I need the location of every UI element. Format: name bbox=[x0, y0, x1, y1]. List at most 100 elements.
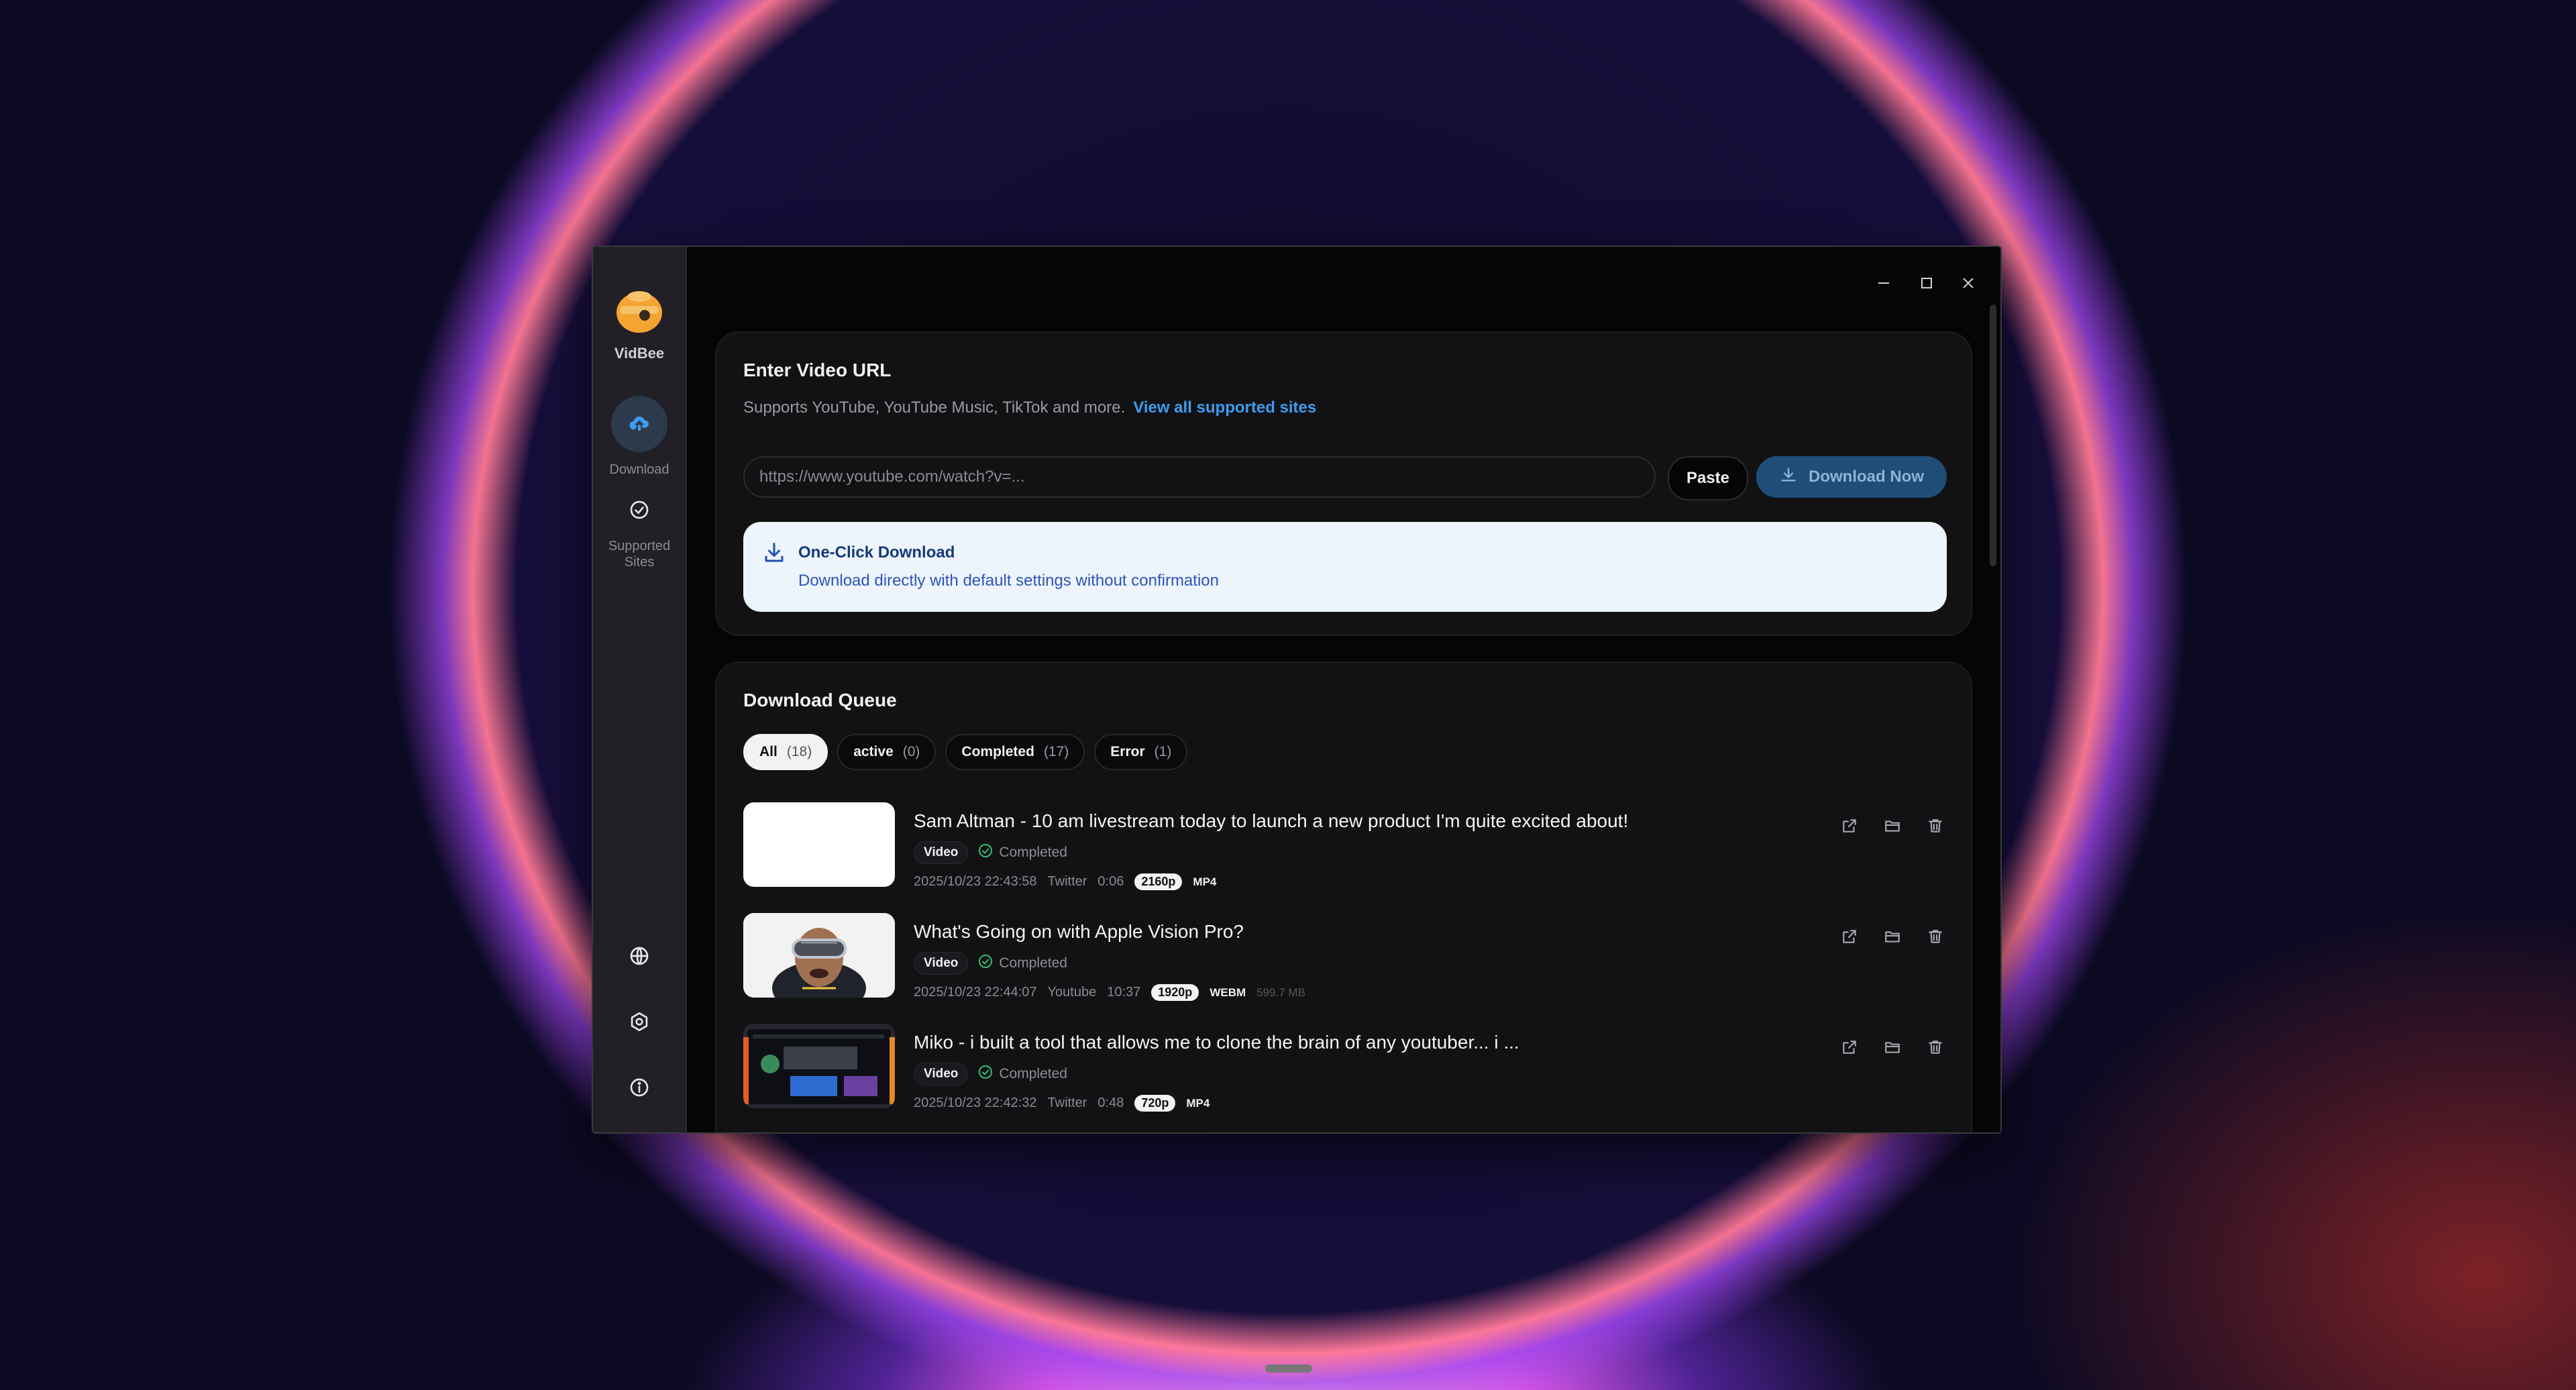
queue-item[interactable]: Miko - i built a tool that allows me to … bbox=[743, 1024, 1951, 1118]
status-badge: Completed bbox=[977, 953, 1067, 973]
open-external-icon[interactable] bbox=[1838, 814, 1861, 837]
item-datetime: 2025/10/23 22:42:32 bbox=[914, 1095, 1037, 1110]
filter-count: (17) bbox=[1043, 744, 1069, 759]
queue-title: Download Queue bbox=[743, 690, 897, 710]
dock-handle[interactable] bbox=[1265, 1365, 1312, 1373]
item-duration: 0:48 bbox=[1097, 1095, 1124, 1110]
item-duration: 0:06 bbox=[1097, 874, 1124, 889]
type-badge: Video bbox=[914, 952, 969, 975]
app-window: VidBee Download Supported Sites Enter Vi… bbox=[592, 246, 2002, 1134]
item-actions bbox=[1838, 1036, 1947, 1059]
format-badge: WEBM bbox=[1210, 985, 1246, 999]
filter-all[interactable]: All (18) bbox=[743, 734, 828, 770]
status-text: Completed bbox=[999, 845, 1067, 860]
minimize-icon[interactable] bbox=[1872, 271, 1896, 295]
item-source: Twitter bbox=[1047, 1095, 1087, 1110]
video-thumbnail[interactable] bbox=[743, 913, 895, 998]
globe-icon[interactable] bbox=[620, 937, 659, 975]
item-actions bbox=[1838, 925, 1947, 948]
trash-icon[interactable] bbox=[1924, 925, 1947, 948]
maximize-icon[interactable] bbox=[1915, 271, 1939, 295]
main-content: Enter Video URL Supports YouTube, YouTub… bbox=[687, 247, 2000, 1132]
view-supported-sites-link[interactable]: View all supported sites bbox=[1133, 398, 1316, 417]
filter-label: Completed bbox=[961, 744, 1034, 759]
item-actions bbox=[1838, 814, 1947, 837]
queue-filters: All (18) active (0) Completed (17) Error… bbox=[743, 734, 1188, 770]
video-title: Miko - i built a tool that allows me to … bbox=[914, 1032, 1519, 1053]
close-icon[interactable] bbox=[1956, 271, 1980, 295]
filter-count: (1) bbox=[1154, 744, 1172, 759]
status-badge: Completed bbox=[977, 843, 1067, 863]
open-external-icon[interactable] bbox=[1838, 1036, 1861, 1059]
status-text: Completed bbox=[999, 1066, 1067, 1081]
folder-icon[interactable] bbox=[1881, 1036, 1904, 1059]
status-badge: Completed bbox=[977, 1064, 1067, 1084]
sidebar: VidBee Download Supported Sites bbox=[593, 247, 687, 1132]
item-meta: 2025/10/23 22:43:58 Twitter 0:06 2160p M… bbox=[914, 873, 1216, 890]
file-size: 599.7 MB bbox=[1256, 985, 1305, 999]
item-badges: Video Completed bbox=[914, 952, 1067, 975]
filter-error[interactable]: Error (1) bbox=[1094, 734, 1188, 770]
video-thumbnail[interactable] bbox=[743, 802, 895, 887]
paste-button[interactable]: Paste bbox=[1668, 456, 1748, 500]
supported-text: Supports YouTube, YouTube Music, TikTok … bbox=[743, 398, 1126, 417]
video-thumbnail[interactable] bbox=[743, 1024, 895, 1108]
queue-item[interactable]: What's Going on with Apple Vision Pro? V… bbox=[743, 913, 1951, 1007]
filter-count: (0) bbox=[902, 744, 920, 759]
check-circle-icon bbox=[977, 1064, 994, 1084]
sidebar-item-supported-sites[interactable]: Supported Sites bbox=[593, 495, 686, 570]
check-circle-icon bbox=[977, 843, 994, 863]
item-duration: 10:37 bbox=[1107, 985, 1141, 1000]
type-badge: Video bbox=[914, 1063, 969, 1085]
queue-item[interactable]: Sam Altman - 10 am livestream today to l… bbox=[743, 802, 1951, 896]
vidbee-logo[interactable] bbox=[614, 286, 664, 335]
resolution-badge: 720p bbox=[1134, 1095, 1176, 1112]
check-circle-icon bbox=[593, 495, 686, 525]
filter-count: (18) bbox=[786, 744, 812, 759]
download-queue-card: Download Queue All (18) active (0) Compl… bbox=[715, 661, 1972, 1132]
format-badge: MP4 bbox=[1186, 1096, 1210, 1110]
open-external-icon[interactable] bbox=[1838, 925, 1861, 948]
item-meta: 2025/10/23 22:44:07 Youtube 10:37 1920p … bbox=[914, 984, 1305, 1001]
filter-label: Error bbox=[1110, 744, 1145, 759]
sidebar-item-label: Supported Sites bbox=[608, 539, 671, 570]
trash-icon[interactable] bbox=[1924, 1036, 1947, 1059]
video-title: What's Going on with Apple Vision Pro? bbox=[914, 921, 1244, 942]
url-section-title: Enter Video URL bbox=[743, 360, 892, 380]
url-input[interactable] bbox=[743, 456, 1656, 498]
video-title: Sam Altman - 10 am livestream today to l… bbox=[914, 810, 1629, 831]
download-icon bbox=[1779, 466, 1798, 489]
url-section-subtitle: Supports YouTube, YouTube Music, TikTok … bbox=[743, 398, 1316, 417]
filter-label: All bbox=[759, 744, 777, 759]
status-text: Completed bbox=[999, 955, 1067, 971]
resolution-badge: 2160p bbox=[1134, 873, 1183, 890]
item-source: Youtube bbox=[1047, 985, 1097, 1000]
item-datetime: 2025/10/23 22:44:07 bbox=[914, 985, 1037, 1000]
one-click-download-option[interactable]: One-Click Download Download directly wit… bbox=[743, 522, 1947, 612]
item-source: Twitter bbox=[1047, 874, 1087, 889]
app-name: VidBee bbox=[614, 345, 665, 362]
item-badges: Video Completed bbox=[914, 1063, 1067, 1085]
resolution-badge: 1920p bbox=[1151, 984, 1199, 1001]
item-badges: Video Completed bbox=[914, 841, 1067, 864]
cloud-download-icon bbox=[611, 396, 667, 452]
filter-completed[interactable]: Completed (17) bbox=[945, 734, 1085, 770]
folder-icon[interactable] bbox=[1881, 814, 1904, 837]
trash-icon[interactable] bbox=[1924, 814, 1947, 837]
item-meta: 2025/10/23 22:42:32 Twitter 0:48 720p MP… bbox=[914, 1095, 1210, 1112]
one-click-description: Download directly with default settings … bbox=[798, 572, 1219, 590]
info-icon[interactable] bbox=[620, 1068, 659, 1107]
one-click-title: One-Click Download bbox=[798, 543, 955, 562]
folder-icon[interactable] bbox=[1881, 925, 1904, 948]
sidebar-item-download[interactable]: Download bbox=[593, 396, 686, 478]
settings-icon[interactable] bbox=[620, 1002, 659, 1041]
format-badge: MP4 bbox=[1193, 875, 1217, 888]
type-badge: Video bbox=[914, 841, 969, 864]
download-now-button[interactable]: Download Now bbox=[1756, 456, 1947, 498]
url-card: Enter Video URL Supports YouTube, YouTub… bbox=[715, 331, 1972, 636]
filter-active[interactable]: active (0) bbox=[837, 734, 936, 770]
download-icon bbox=[762, 541, 786, 565]
scrollbar[interactable] bbox=[1990, 305, 1996, 566]
download-now-label: Download Now bbox=[1809, 468, 1924, 486]
filter-label: active bbox=[853, 744, 894, 759]
